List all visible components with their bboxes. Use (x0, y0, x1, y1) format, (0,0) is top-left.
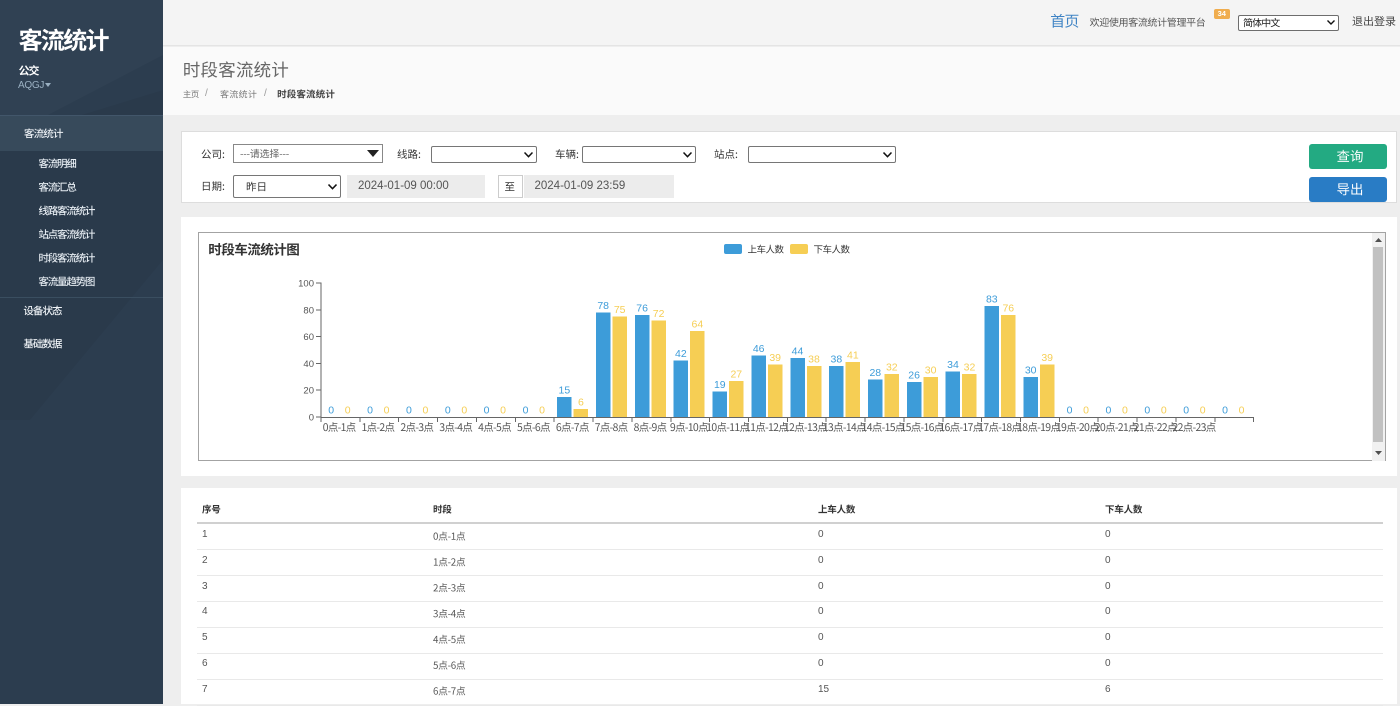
svg-text:28: 28 (869, 367, 881, 379)
svg-text:76: 76 (636, 303, 648, 315)
svg-text:75: 75 (614, 304, 626, 316)
svg-text:41: 41 (847, 350, 859, 362)
svg-text:100: 100 (298, 279, 314, 290)
svg-text:39: 39 (769, 352, 781, 364)
svg-text:0: 0 (328, 405, 334, 417)
svg-text:19: 19 (714, 379, 726, 391)
svg-text:80: 80 (303, 305, 314, 316)
svg-text:0: 0 (500, 405, 506, 417)
svg-text:0: 0 (345, 405, 351, 417)
svg-text:0: 0 (1144, 405, 1150, 417)
svg-text:30: 30 (1025, 364, 1037, 376)
svg-text:44: 44 (792, 346, 804, 358)
svg-text:0: 0 (1067, 405, 1073, 417)
svg-text:0: 0 (1161, 405, 1167, 417)
svg-text:0: 0 (1239, 405, 1245, 417)
svg-text:60: 60 (303, 332, 314, 343)
svg-text:0: 0 (484, 405, 490, 417)
svg-text:34: 34 (947, 359, 959, 371)
svg-text:0: 0 (461, 405, 467, 417)
svg-text:46: 46 (753, 343, 765, 355)
svg-text:0: 0 (1105, 405, 1111, 417)
svg-text:78: 78 (597, 300, 609, 312)
svg-text:0: 0 (367, 405, 373, 417)
svg-text:0: 0 (1122, 405, 1128, 417)
svg-text:39: 39 (1041, 352, 1053, 364)
svg-text:38: 38 (808, 354, 820, 366)
svg-text:40: 40 (303, 359, 314, 370)
svg-text:0: 0 (406, 405, 412, 417)
svg-text:83: 83 (986, 293, 998, 305)
svg-text:0: 0 (1222, 405, 1228, 417)
svg-text:42: 42 (675, 348, 687, 360)
svg-text:76: 76 (1002, 303, 1014, 315)
svg-text:26: 26 (908, 370, 920, 382)
svg-text:0: 0 (445, 405, 451, 417)
svg-text:0: 0 (422, 405, 428, 417)
svg-text:0: 0 (384, 405, 390, 417)
svg-text:0: 0 (1083, 405, 1089, 417)
svg-text:30: 30 (925, 364, 937, 376)
svg-text:32: 32 (886, 362, 898, 374)
svg-text:72: 72 (653, 308, 665, 320)
svg-text:0: 0 (1183, 405, 1189, 417)
svg-text:32: 32 (964, 362, 976, 374)
svg-text:20: 20 (303, 386, 314, 397)
svg-text:64: 64 (692, 319, 704, 331)
svg-text:0: 0 (1200, 405, 1206, 417)
svg-text:27: 27 (730, 368, 742, 380)
svg-text:0: 0 (539, 405, 545, 417)
svg-text:0: 0 (309, 413, 314, 424)
svg-text:38: 38 (831, 354, 843, 366)
svg-text:0: 0 (523, 405, 529, 417)
svg-text:15: 15 (559, 384, 571, 396)
svg-text:6: 6 (578, 397, 584, 409)
